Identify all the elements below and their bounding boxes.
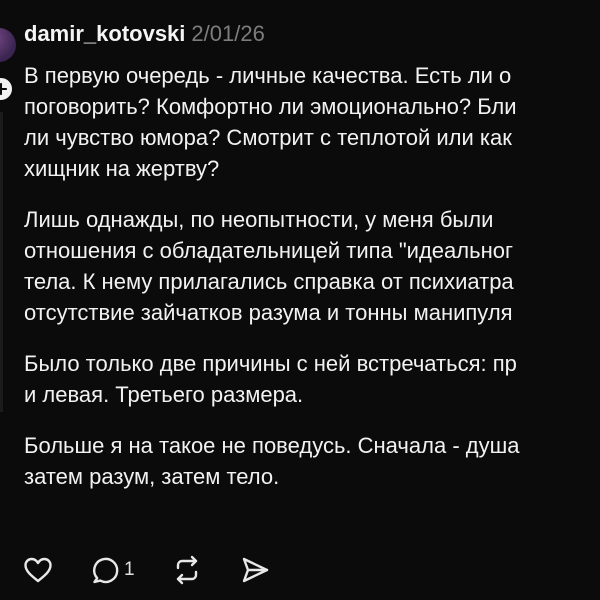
text-line: отсутствие зайчатков разума и тонны мани… bbox=[24, 300, 513, 325]
text-line: ли чувство юмора? Смотрит с теплотой или… bbox=[24, 125, 512, 150]
text-line: Было только две причины с ней встречатьс… bbox=[24, 351, 517, 376]
send-icon bbox=[242, 557, 268, 583]
repost-icon bbox=[176, 555, 197, 585]
paragraph: В первую очередь - личные качества. Есть… bbox=[24, 60, 600, 184]
text-line: поговорить? Комфортно ли эмоционально? Б… bbox=[24, 94, 517, 119]
text-line: затем разум, затем тело. bbox=[24, 464, 280, 489]
thread-line bbox=[0, 112, 3, 412]
text-line: Больше я на такое не поведусь. Сначала -… bbox=[24, 433, 520, 458]
text-line: тела. К нему прилагались справка от псих… bbox=[24, 269, 514, 294]
paragraph: Больше я на такое не поведусь. Сначала -… bbox=[24, 430, 600, 492]
avatar[interactable] bbox=[0, 28, 16, 62]
text-line: Лишь однажды, по неопытности, у меня был… bbox=[24, 207, 494, 232]
post-body: В первую очередь - личные качества. Есть… bbox=[24, 60, 600, 512]
follow-plus-icon[interactable] bbox=[0, 76, 14, 102]
reply-count: 1 bbox=[124, 559, 135, 580]
text-line: хищник на жертву? bbox=[24, 156, 220, 181]
comment-icon bbox=[92, 557, 119, 584]
share-button[interactable] bbox=[239, 554, 271, 586]
text-line: и левая. Третьего размера. bbox=[24, 382, 304, 407]
heart-icon bbox=[24, 557, 52, 583]
paragraph: Было только две причины с ней встречатьс… bbox=[24, 348, 600, 410]
action-bar: 1 bbox=[22, 553, 307, 587]
repost-button[interactable] bbox=[171, 554, 203, 586]
post-date: 2/01/26 bbox=[191, 21, 265, 46]
post-header: damir_kotovski 2/01/26 bbox=[24, 20, 265, 48]
username[interactable]: damir_kotovski bbox=[24, 21, 185, 46]
reply-button[interactable]: 1 bbox=[90, 554, 135, 586]
like-button[interactable] bbox=[22, 554, 54, 586]
post-container: damir_kotovski 2/01/26 В первую очередь -… bbox=[0, 0, 600, 600]
text-line: В первую очередь - личные качества. Есть… bbox=[24, 63, 512, 88]
paragraph: Лишь однажды, по неопытности, у меня был… bbox=[24, 204, 600, 328]
text-line: отношения с обладательницей типа "идеаль… bbox=[24, 238, 513, 263]
